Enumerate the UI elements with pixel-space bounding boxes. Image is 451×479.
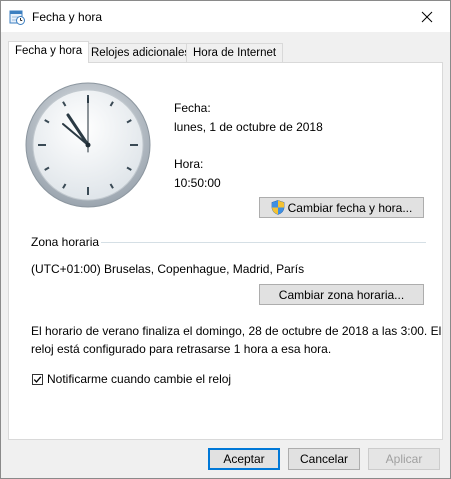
analog-clock-icon <box>25 82 151 208</box>
timezone-divider <box>101 242 426 243</box>
window-title: Fecha y hora <box>32 10 103 24</box>
tab-fecha-y-hora[interactable]: Fecha y hora <box>8 41 90 63</box>
time-label: Hora: <box>174 157 204 171</box>
change-timezone-button[interactable]: Cambiar zona horaria... <box>259 284 424 305</box>
change-date-time-label: Cambiar fecha y hora... <box>287 200 413 215</box>
timezone-value: (UTC+01:00) Bruselas, Copenhague, Madrid… <box>31 262 305 276</box>
ok-button[interactable]: Aceptar <box>208 448 280 470</box>
close-button[interactable] <box>404 1 450 32</box>
apply-button[interactable]: Aplicar <box>368 448 440 470</box>
uac-shield-icon <box>271 200 284 215</box>
date-label: Fecha: <box>174 101 211 115</box>
cancel-button[interactable]: Cancelar <box>288 448 360 470</box>
calendar-clock-icon <box>9 10 25 25</box>
date-value: lunes, 1 de octubre de 2018 <box>174 120 323 134</box>
notify-checkbox[interactable] <box>32 374 43 385</box>
time-value: 10:50:00 <box>174 176 221 190</box>
notify-label[interactable]: Notificarme cuando cambie el reloj <box>47 372 231 386</box>
date-time-dialog: Fecha y hora Fecha y hora Relojes adicio… <box>0 0 451 479</box>
dst-notice-line1: El horario de verano finaliza el domingo… <box>31 324 442 338</box>
title-bar: Fecha y hora <box>1 1 450 32</box>
change-date-time-button[interactable]: Cambiar fecha y hora... <box>259 197 424 218</box>
dst-notice-line2: reloj está configurado para retrasarse 1… <box>31 342 332 356</box>
checkmark-icon <box>33 376 42 383</box>
close-icon <box>421 11 433 22</box>
timezone-group-label: Zona horaria <box>31 235 100 249</box>
tab-hora-de-internet[interactable]: Hora de Internet <box>186 43 284 62</box>
tab-panel: Fecha: lunes, 1 de octubre de 2018 Hora:… <box>8 62 443 440</box>
tab-relojes-adicionales[interactable]: Relojes adicionales <box>84 43 198 62</box>
